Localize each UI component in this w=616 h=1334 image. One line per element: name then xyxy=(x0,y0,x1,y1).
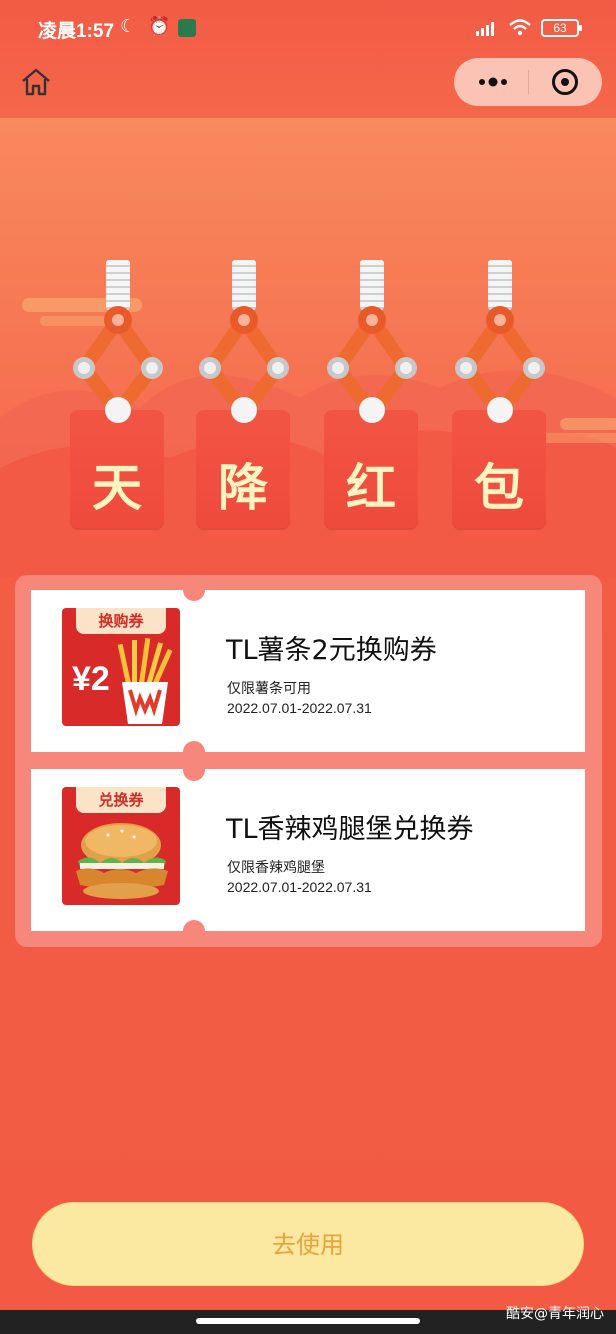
more-dots-icon xyxy=(479,77,507,87)
miniprogram-capsule xyxy=(454,58,602,106)
capsule-divider xyxy=(528,70,529,94)
banner-char: 降 xyxy=(218,459,268,517)
coupon-description: 仅限香辣鸡腿堡 xyxy=(227,860,325,876)
claw-item: 降 xyxy=(196,260,292,530)
home-button[interactable] xyxy=(20,66,52,98)
status-time: 凌晨1:57 xyxy=(38,21,115,42)
coupon-tag: 兑换券 xyxy=(76,787,166,813)
home-indicator[interactable] xyxy=(196,1318,420,1324)
claw-item: 天 xyxy=(70,260,166,530)
ticket-notch xyxy=(183,759,205,781)
more-button[interactable] xyxy=(476,72,510,92)
use-button[interactable]: 去使用 xyxy=(32,1202,584,1286)
claw-item: 包 xyxy=(452,260,548,530)
watermark: 酷安@青年润心 xyxy=(506,1306,604,1322)
claw-ball xyxy=(359,397,385,423)
ticket-notch xyxy=(183,579,205,601)
moon-icon: ☾ xyxy=(120,16,137,37)
claw-ball xyxy=(105,397,131,423)
home-icon xyxy=(22,68,50,96)
fries-image: 换购券 ¥2 xyxy=(62,608,180,726)
claw-item: 红 xyxy=(324,260,420,530)
coupon-title: TL香辣鸡腿堡兑换券 xyxy=(226,814,474,845)
coupon-valid-date: 2022.07.01-2022.07.31 xyxy=(227,700,372,716)
status-bar: 凌晨1:57 ☾ ⏰ 63 xyxy=(0,0,616,56)
coupon-image-price: ¥2 xyxy=(72,660,110,698)
wifi-icon xyxy=(509,19,531,36)
coupon-title: TL薯条2元换购券 xyxy=(226,635,437,666)
ticket-notch xyxy=(183,920,205,942)
coupon-card[interactable]: 换购券 ¥2 TL薯条2元换购券 仅限薯条可用 2022.07.01-2022.… xyxy=(31,590,585,752)
banner-char: 红 xyxy=(346,459,396,517)
coupon-card[interactable]: 兑换券 TL香辣鸡腿堡兑换券 仅限香辣鸡腿堡 2022.07.01-2022.0… xyxy=(31,769,585,931)
banner-char: 包 xyxy=(474,459,524,517)
alarm-icon: ⏰ xyxy=(148,16,171,37)
banner-char: 天 xyxy=(92,459,142,517)
coupon-valid-date: 2022.07.01-2022.07.31 xyxy=(227,879,372,895)
page: 凌晨1:57 ☾ ⏰ 63 天 降 红 包 换购券 ¥2 TL薯条2元换购券 仅… xyxy=(0,0,616,1334)
battery-indicator: 63 xyxy=(541,19,582,37)
burger-icon xyxy=(76,823,168,899)
claw-ball xyxy=(487,397,513,423)
app-notification-icon xyxy=(178,19,196,37)
coupon-description: 仅限薯条可用 xyxy=(227,681,311,697)
burger-image: 兑换券 xyxy=(62,787,180,905)
close-miniprogram-button[interactable] xyxy=(552,69,578,95)
signal-icon xyxy=(476,22,494,36)
fries-icon xyxy=(117,638,173,724)
claw-ball xyxy=(231,397,257,423)
coupon-tag: 换购券 xyxy=(76,608,166,634)
